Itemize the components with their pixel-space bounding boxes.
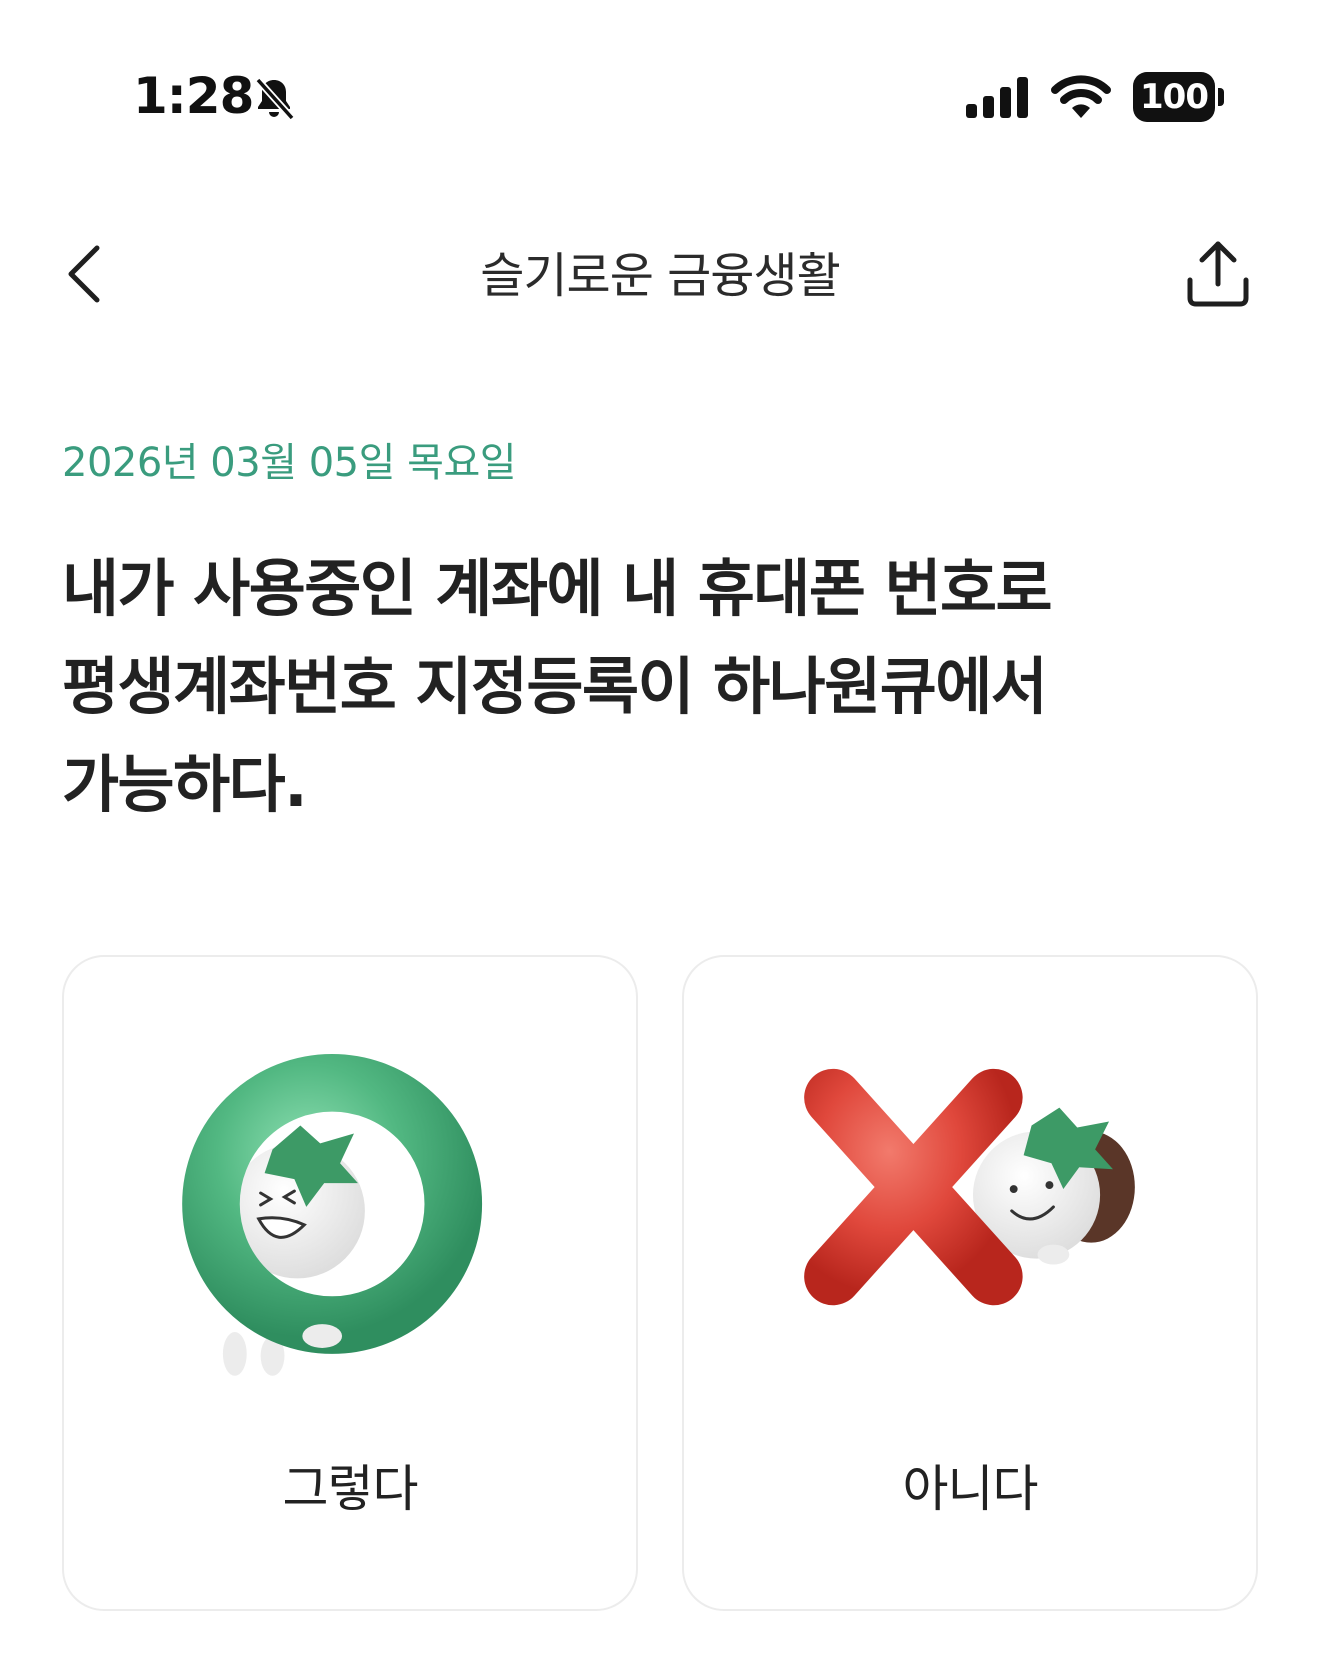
o-ring-character-icon	[182, 1054, 483, 1376]
answer-yes-label: 그렇다	[282, 1460, 419, 1518]
nav-bar: 슬기로운 금융생활	[0, 210, 1320, 340]
question-line: 내가 사용중인 계좌에 내 휴대폰 번호로	[62, 552, 1053, 625]
answer-no-button[interactable]: 아니다	[682, 955, 1258, 1611]
cellular-signal-icon	[966, 77, 1028, 118]
question-line: 가능하다.	[62, 748, 308, 821]
bell-slash-icon	[255, 77, 295, 121]
battery-level: 100	[1140, 77, 1209, 117]
status-time: 1:28	[133, 67, 254, 125]
share-icon	[1187, 241, 1249, 307]
question-line: 평생계좌번호 지정등록이 하나원큐에서	[62, 650, 1048, 723]
quiz-date: 2026년 03월 05일 목요일	[62, 440, 517, 486]
status-bar: 1:28 100	[0, 0, 1320, 150]
answer-yes-button[interactable]: 그렇다	[62, 955, 638, 1611]
x-mark-character-icon	[804, 1068, 1135, 1306]
battery-icon: 100	[1133, 72, 1225, 122]
quiz-question: 내가 사용중인 계좌에 내 휴대폰 번호로 평생계좌번호 지정등록이 하나원큐에…	[62, 540, 1262, 834]
answer-no-label: 아니다	[902, 1460, 1039, 1518]
page-title: 슬기로운 금융생활	[480, 248, 841, 304]
wifi-icon	[1051, 75, 1111, 118]
share-button[interactable]	[1180, 234, 1256, 314]
